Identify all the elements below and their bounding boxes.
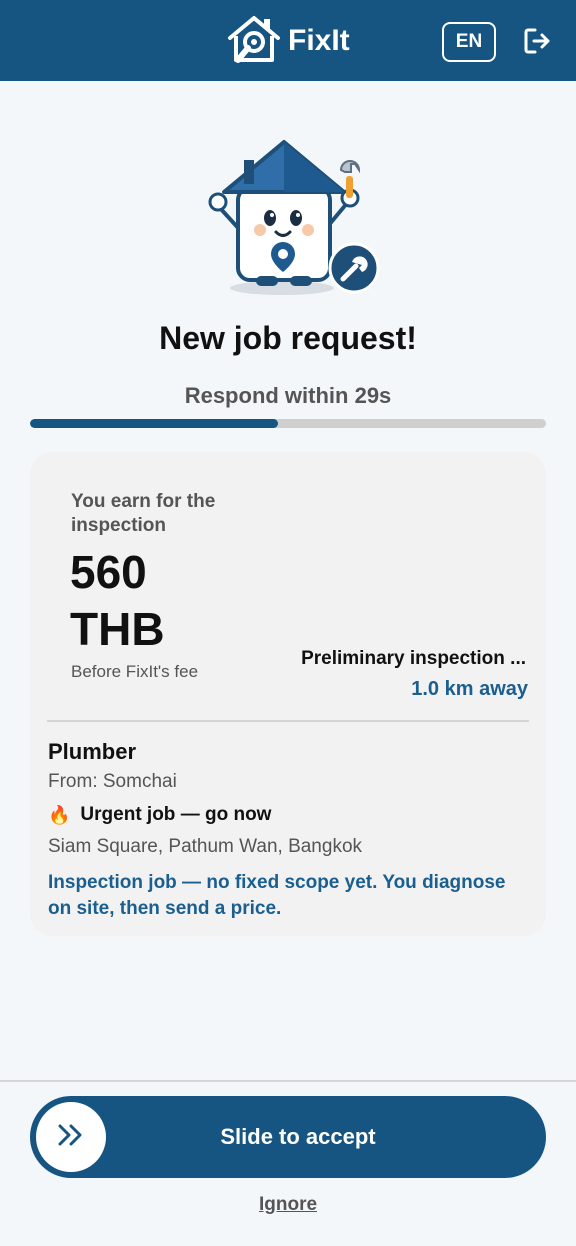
job-request-card: You earn for the inspection 560 THB Befo… — [30, 452, 546, 936]
top-bar: FixIt EN — [0, 0, 576, 81]
logout-button[interactable] — [520, 26, 554, 60]
job-address: Siam Square, Pathum Wan, Bangkok — [48, 836, 363, 857]
logout-icon — [522, 26, 552, 61]
house-wrench-logo-icon — [226, 12, 282, 71]
distance: 1.0 km away — [411, 678, 528, 700]
fire-icon: 🔥 — [48, 804, 71, 825]
trade-name: Plumber — [48, 739, 137, 764]
job-type: Preliminary inspection ... — [301, 648, 526, 669]
urgent-row: 🔥 Urgent job — go now — [48, 804, 271, 826]
fee-note: Before FixIt's fee — [71, 662, 199, 681]
brand-name: FixIt — [288, 24, 350, 57]
inspection-note: Inspection job — no fixed scope yet. You… — [48, 872, 506, 919]
countdown-progress-bar — [30, 419, 546, 428]
brand[interactable]: FixIt — [226, 14, 350, 68]
double-chevron-right-icon — [56, 1123, 86, 1152]
language-button[interactable]: EN — [442, 22, 496, 62]
customer-name: From: Somchai — [48, 771, 177, 792]
ignore-link[interactable]: Ignore — [0, 1194, 576, 1216]
footer-divider — [0, 1080, 576, 1082]
slider-handle[interactable] — [36, 1102, 106, 1172]
urgent-label: Urgent job — go now — [80, 804, 272, 825]
countdown-text: Respond within 29s — [184, 383, 392, 408]
countdown-progress-fill — [30, 419, 278, 428]
earnings-amount: 560 THB — [70, 546, 165, 655]
page-title: New job request! — [159, 320, 417, 356]
slide-label: Slide to accept — [220, 1124, 376, 1149]
slide-to-accept-slider[interactable]: Slide to accept — [30, 1096, 546, 1178]
earnings-label: You earn for the inspection — [71, 491, 216, 536]
divider — [47, 720, 529, 722]
house-mascot-illustration — [200, 138, 390, 298]
